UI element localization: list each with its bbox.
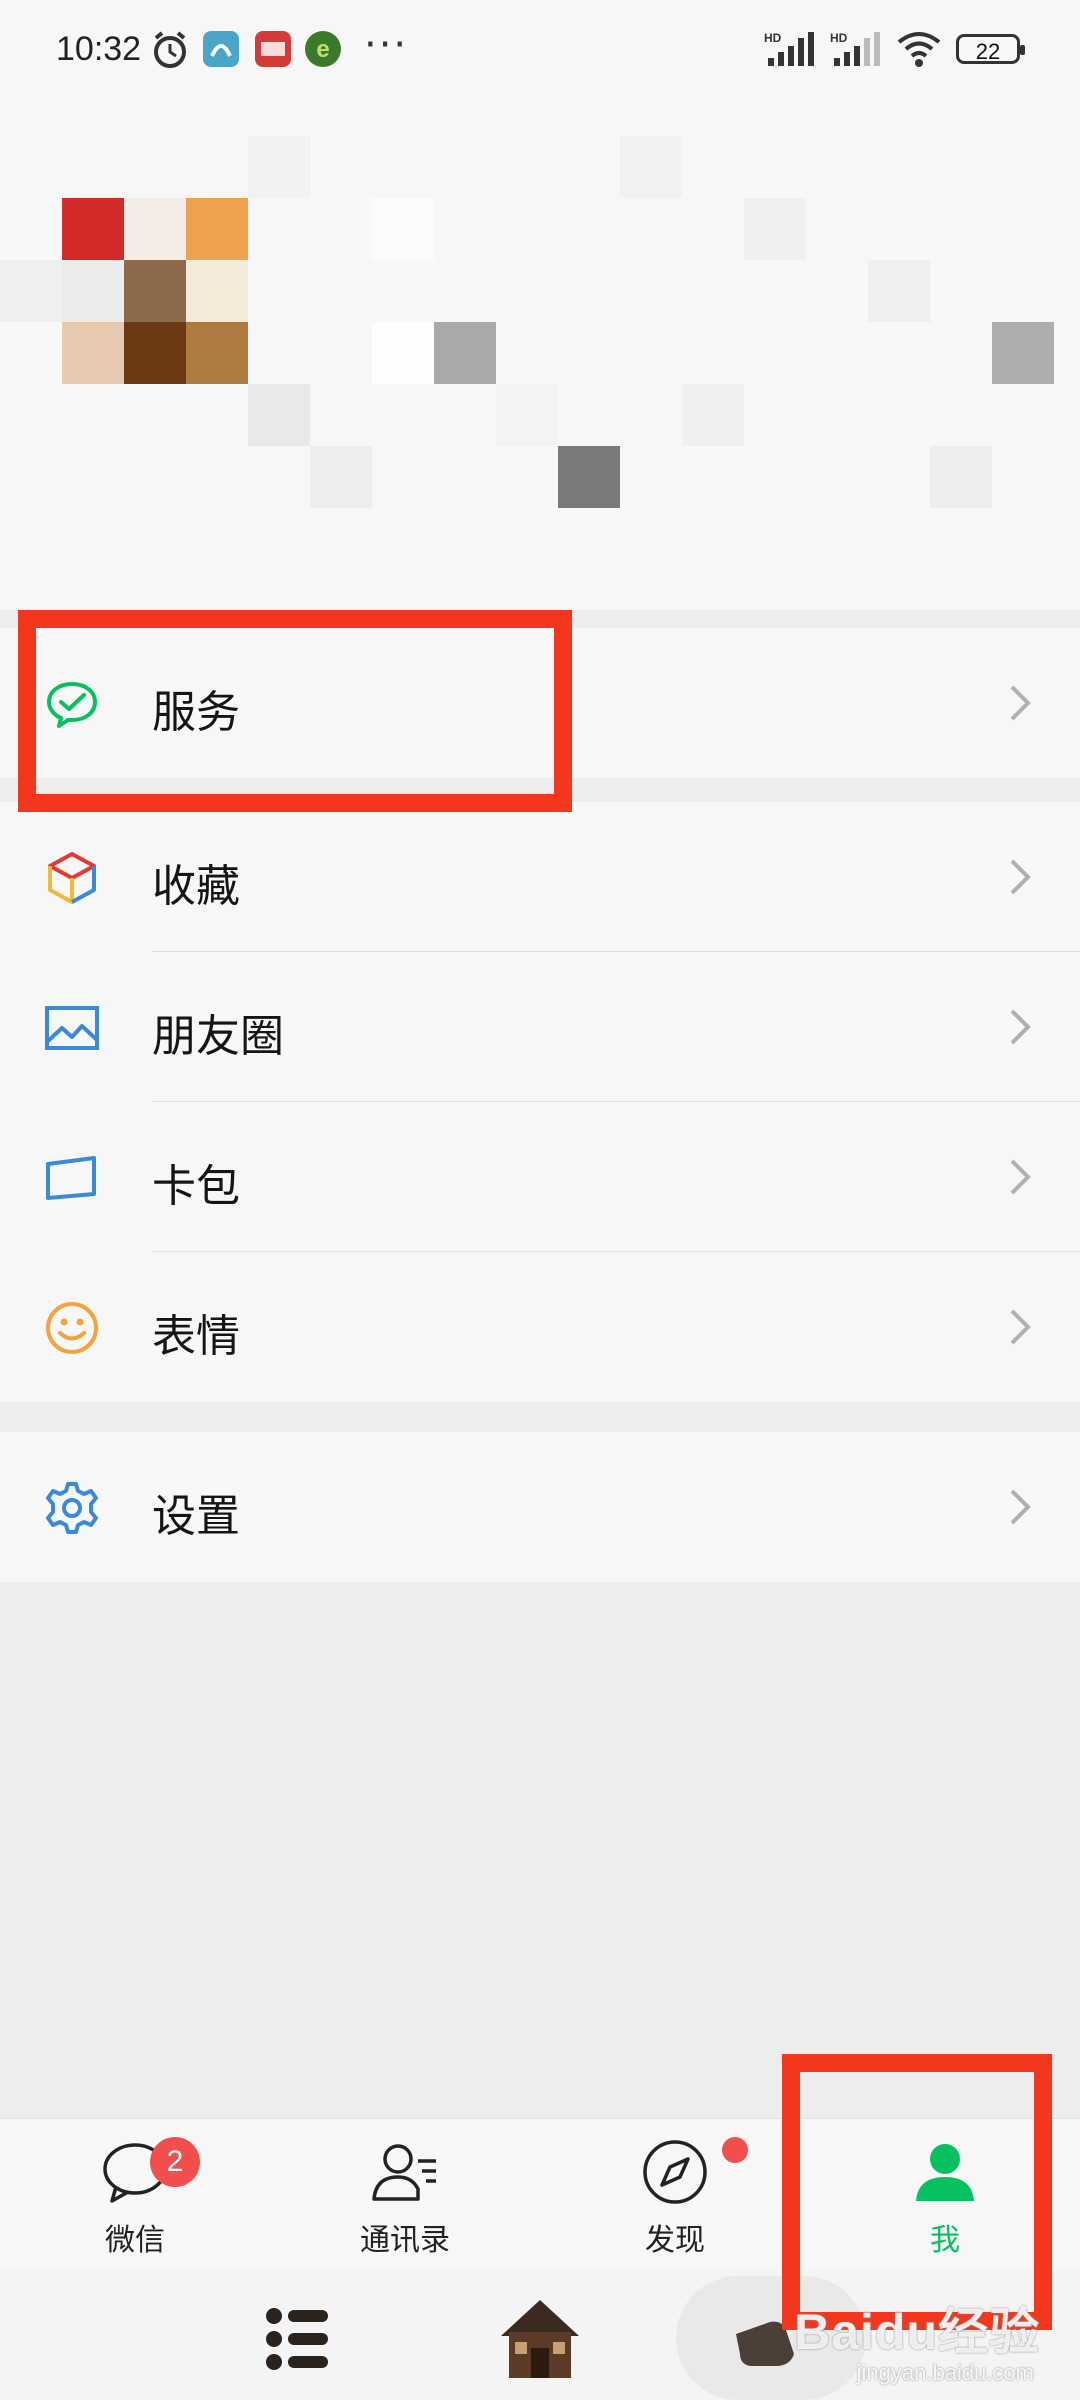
smiley-icon [46,1302,98,1354]
baidu-watermark-url: jingyan.baidu.com [856,2360,1034,2385]
chevron-right-icon [1010,1309,1031,1345]
tab-label: 发现 [645,2223,705,2258]
highlight-box-me-tab [782,2054,1052,2330]
mosaic-tile [434,322,496,384]
menu-item-label: 朋友圈 [152,1011,284,1062]
svg-text:HD: HD [830,31,848,45]
menu-item-label: 收藏 [152,861,240,912]
compass-icon [643,2140,707,2204]
svg-text:HD: HD [764,31,782,45]
mosaic-tile [992,322,1054,384]
mosaic-tile [186,322,248,384]
signal-hd-2-icon: HD [830,31,880,66]
home-icon[interactable] [495,2292,585,2382]
menu-item-stickers[interactable]: 表情 [0,1252,1080,1402]
unread-badge: 2 [150,2137,200,2187]
settings-section: 设置 [0,1432,1080,1582]
more-notifications-icon: ··· [364,22,409,68]
chevron-right-icon [1010,685,1031,721]
chevron-right-icon [1010,1159,1031,1195]
mosaic-tile [372,198,434,260]
card-icon [46,1156,96,1200]
mosaic-tile [62,322,124,384]
mosaic-tile [248,384,310,446]
mosaic-tile [62,198,124,260]
tab-chats[interactable]: 2 微信 [0,2119,270,2271]
pixelated-profile-area [0,110,1080,610]
highlight-box-services [18,610,572,812]
svg-text:e: e [316,36,329,63]
status-right: HD HD 22 [764,30,1025,68]
contacts-icon [372,2144,436,2201]
mosaic-tile [310,446,372,508]
menu-item-favorites[interactable]: 收藏 [0,802,1080,952]
tab-contacts[interactable]: 通讯录 [270,2119,540,2271]
tab-discover[interactable]: 发现 [540,2119,810,2271]
main-menu-section: 收藏 朋友圈 卡包 表情 [0,802,1080,1402]
mosaic-tile [496,384,558,446]
mosaic-tile [372,322,434,384]
status-bar: 10:32 e ··· HD HD 22 [0,0,1080,110]
cube-icon [48,852,96,904]
chevron-right-icon [1010,859,1031,895]
mosaic-tile [62,260,124,322]
mosaic-tile [868,260,930,322]
baidu-watermark: Baidu经验 [794,2304,1040,2360]
wifi-icon [897,32,941,67]
mosaic-tile [124,260,186,322]
mosaic-tile [0,260,62,322]
battery-indicator: 22 [956,34,1025,64]
app-icon-toutiao [255,31,291,67]
menu-item-moments[interactable]: 朋友圈 [0,952,1080,1102]
gear-icon [46,1482,98,1534]
mosaic-tile [930,446,992,508]
menu-item-label: 设置 [152,1491,240,1542]
menu-list-icon[interactable] [262,2304,332,2374]
menu-item-cards[interactable]: 卡包 [0,1102,1080,1252]
mosaic-tile [124,198,186,260]
mosaic-tile [124,322,186,384]
profile-header[interactable] [0,110,1080,610]
app-icon-1 [203,31,239,67]
mosaic-tile [186,260,248,322]
mosaic-tile [558,446,620,508]
mosaic-tile [620,136,682,198]
mosaic-tile [682,384,744,446]
picture-icon [45,1006,99,1050]
signal-hd-icon: HD [764,31,814,66]
alarm-icon [154,31,186,68]
status-time: 10:32 [56,30,142,68]
chevron-right-icon [1010,1489,1031,1525]
mosaic-tile [186,198,248,260]
menu-item-label: 卡包 [152,1161,240,1212]
mosaic-tile [248,136,310,198]
tab-label: 微信 [105,2223,165,2258]
menu-item-settings[interactable]: 设置 [0,1432,1080,1582]
tab-label: 通讯录 [360,2223,450,2258]
app-icon-green: e [305,31,341,67]
menu-item-label: 表情 [152,1311,240,1362]
new-indicator-dot [722,2137,748,2163]
chevron-right-icon [1010,1009,1031,1045]
mosaic-tile [744,198,806,260]
